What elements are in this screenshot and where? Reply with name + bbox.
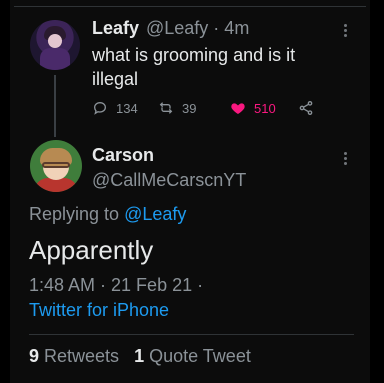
quote-total: 1 [134, 346, 145, 366]
retweets-label: Retweets [39, 346, 120, 366]
retweet-count: 39 [182, 100, 197, 116]
like-count: 510 [254, 100, 276, 116]
quote-tweets-label: Quote Tweet [144, 346, 251, 366]
avatar[interactable] [30, 20, 80, 70]
retweets-stat[interactable]: 9 Retweets [29, 346, 119, 366]
stats-divider [29, 334, 354, 335]
tweet-timestamp[interactable]: 1:48 AM · 21 Feb 21 · [29, 275, 203, 296]
share-icon [299, 101, 313, 115]
retweet-button[interactable]: 39 [158, 100, 196, 116]
tweet-stats: 9 Retweets 1 Quote Tweet [29, 346, 251, 367]
retweet-icon [159, 102, 173, 114]
avatar[interactable] [30, 140, 82, 192]
tweet-text: Apparently [29, 235, 154, 265]
author-handle-time[interactable]: @Leafy · 4m [146, 18, 249, 39]
top-divider [14, 6, 366, 7]
tweet-source-link[interactable]: Twitter for iPhone [29, 300, 169, 321]
author-display-name[interactable]: Carson [92, 145, 154, 166]
retweet-total: 9 [29, 346, 40, 366]
reply-button[interactable]: 134 [92, 100, 138, 116]
more-icon[interactable] [344, 22, 347, 39]
quote-tweets-stat[interactable]: 1 Quote Tweet [134, 346, 251, 366]
author-display-name[interactable]: Leafy [92, 18, 139, 39]
share-button[interactable] [298, 100, 314, 116]
like-button[interactable]: 510 [230, 100, 276, 116]
replying-to-handle-link[interactable]: @Leafy [124, 204, 186, 224]
reply-icon [93, 101, 107, 115]
tweet-actions: 134 39 510 [92, 100, 332, 120]
more-icon[interactable] [344, 150, 347, 167]
thread-connector [54, 75, 56, 137]
tweet-text: what is grooming and is it illegal [92, 45, 296, 89]
replying-to: Replying to @Leafy [29, 204, 186, 225]
author-handle[interactable]: @CallMeCarscnYT [92, 170, 246, 191]
reply-count: 134 [116, 100, 138, 116]
replying-to-label: Replying to [29, 204, 125, 224]
heart-icon [231, 103, 245, 114]
